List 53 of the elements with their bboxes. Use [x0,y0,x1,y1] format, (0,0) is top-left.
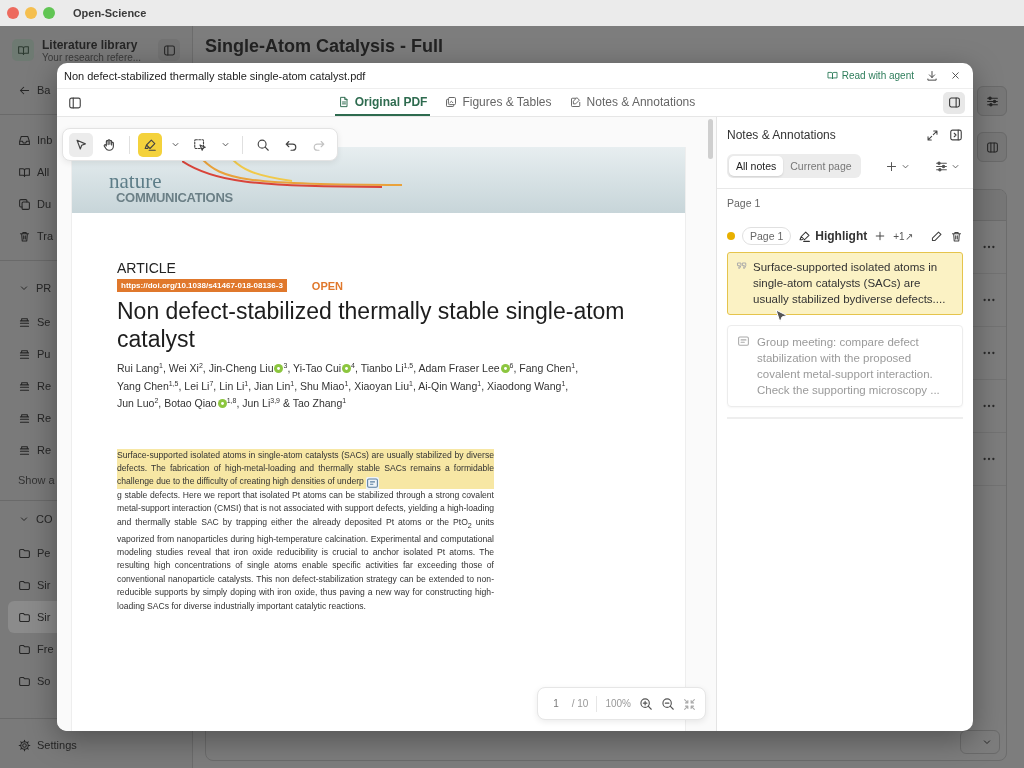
author-name: Tao Zhang [292,397,343,409]
author-name: Yang Chen [117,379,169,392]
author-name: Adam Fraser Lee [418,362,500,374]
library-title: Literature library [42,37,139,52]
journal-logo-subtitle: COMMUNICATIONS [116,190,233,205]
author-name: Lin Li [219,379,245,392]
article-title: Non defect-stabilized thermally stable single-atom catalyst [117,297,626,353]
author-name: Jun Luo [117,397,155,409]
author-affiliation: $^{1}$, [571,362,579,374]
author-affiliation: $^{2}$, [154,397,162,409]
journal-logo-name: nature [109,169,162,193]
abstract-text: g stable defects. Here we report that isolated Pt atoms can be stabilized through a strong covalent metal-support interaction (CMSI) that is not associated with support defects, yielding a high-loading and thermally stable SAC by trapping either the already deposited Pt atoms or the PtO$_{2}$ units vaporized from nanoparticles during high-temperature calcination. Experimental and computational modeling studies reveal that iron oxide reducibility is crucial to anchor isolated Pt atoms. The resulting high concentrations of single atoms enable specific activities far exceeding those of conventional nanoparticle catalysts. This non defect-stabilization strategy can be extended to non-reducible supports by simply doping with iron oxide, thus paving a new way for constructing high-loading SACs for diverse industrially important catalytic reactions. [117,488,494,613]
author-affiliation: $^{1}$, [290,379,298,392]
author-affiliation: $^{3}$, [283,362,291,374]
author-name: Lei Li [184,379,210,392]
quote-text: Surface-supported isolated atoms in single-atom catalysts (SACs) are usually stabilized bydiverse defects.... [753,260,947,307]
author-affiliation: $^{3,9}$ & [270,397,290,409]
author-name: Wei Xi [168,362,199,374]
author-affiliation: $^{1}$, [561,379,569,392]
app-title: Open-Science [73,7,147,19]
page-count: / 10 [571,698,589,709]
author-name: Jin-Cheng Liu [208,362,274,374]
author-name: Botao Qiao [164,397,217,409]
author-affiliation: $^{1}$, [344,379,352,392]
author-affiliation: $^{1}$, [409,379,416,392]
author-affiliation: $^{1}$, [244,379,252,392]
author-name: Ai-Qin Wang [418,379,478,392]
author-affiliation: $^{1}$, [477,379,485,392]
library-subtitle: Your research refere... [42,51,143,63]
page-title: Single-Atom Catalysis - Full [205,36,445,58]
author-affiliation: $^{6}$, [509,362,517,374]
author-name: Xiaodong Wang [487,379,562,392]
author-affiliation: $^{7}$, [209,379,217,392]
author-name: Yi-Tao Cui [293,362,342,374]
author-affiliation: $^{1,5}$, [168,379,182,392]
panel-title: Notes & Annotations [727,128,837,142]
article-type: ARTICLE [117,259,177,277]
author-affiliation: $^{4}$, [351,362,358,374]
file-name: Non defect-stabilized thermally stable single-atom catalyst.pdf [64,69,367,82]
open-access-label: OPEN [311,279,344,292]
author-affiliation: $^{2}$, [198,362,206,374]
author-affiliation: $^{1,8}$, [226,397,240,409]
page-group-label: Page 1 [727,197,762,211]
zoom-level: 100% [605,698,631,709]
author-name: Fang Chen [519,362,572,374]
annotation-type: Highlight [815,229,868,243]
author-name: Jian Lin [254,379,291,392]
author-name: Xiaoyan Liu [354,379,409,392]
author-name: Shu Miao [300,379,345,392]
author-affiliation: $^{1,5}$, [403,362,417,374]
comment-text: Group meeting: compare defect stabilization with the proposed covalent metal-support interaction. Check the supporting microscopy ... [757,335,941,398]
author-name: Rui Lang [117,362,160,374]
author-affiliation: $^{1}$, [159,362,166,374]
